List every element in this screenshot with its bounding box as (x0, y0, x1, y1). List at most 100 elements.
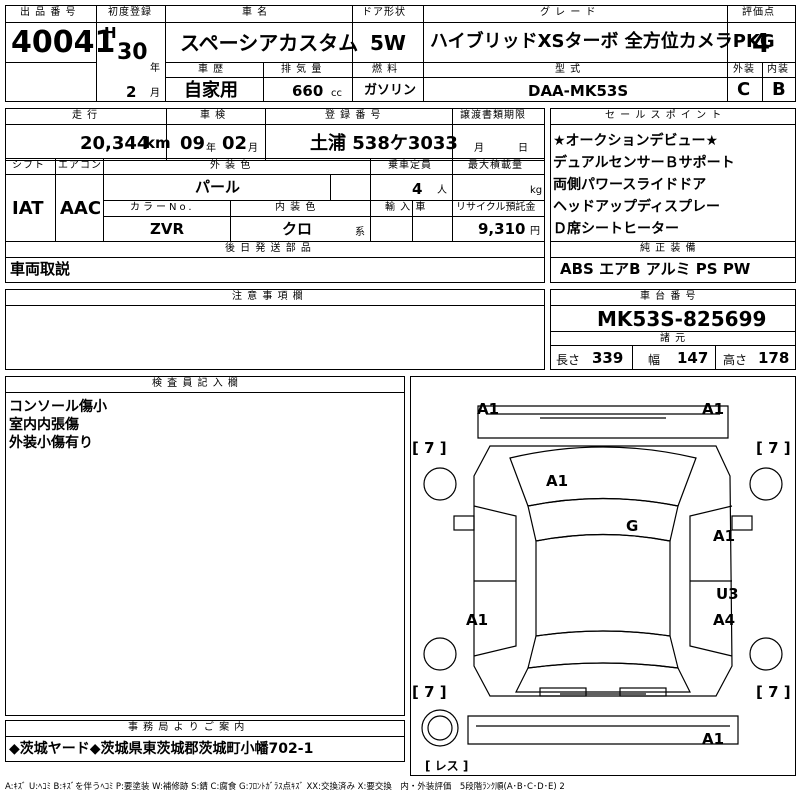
int-color-unit: 系 (355, 227, 365, 238)
mileage-label: 走 行 (72, 110, 99, 121)
reg-year-unit: 年 (150, 63, 160, 74)
inspection-label: 車 検 (200, 110, 227, 121)
length-label: 長さ (556, 353, 581, 367)
displacement-label: 排 気 量 (281, 64, 323, 75)
plate-label: 登 録 番 号 (325, 110, 382, 121)
sales-point: ヘッドアップディスプレー (553, 199, 721, 215)
reg-month: 2 (126, 83, 137, 101)
grade: ハイブリッドXSターボ 全方位カメラPKG (430, 31, 775, 52)
office-label: 事 務 局 よ り ご 案 内 (128, 722, 246, 733)
transfer-label: 譲渡書類期限 (460, 110, 526, 121)
equipment: ABS エアB アルミ PS PW (560, 260, 751, 278)
ext-label: 外装 (733, 64, 755, 75)
color-no-label: カラーNo. (130, 202, 195, 213)
lot-number: 40041 (11, 25, 116, 60)
model-label: 型 式 (555, 64, 582, 75)
history: 自家用 (184, 80, 238, 101)
ac: AAC (60, 198, 102, 219)
rear-bumper (467, 715, 739, 745)
car-name: スペーシアカスタム (180, 31, 359, 55)
color-no: ZVR (150, 220, 185, 238)
damage-mark: A1 (546, 472, 569, 490)
inspector-note: 外装小傷有り (9, 435, 93, 451)
insp-month-unit: 月 (248, 143, 258, 154)
sales-point: 両側パワースライドドア (553, 177, 707, 193)
later-parts-box (5, 257, 545, 283)
damage-mark: G (626, 517, 639, 535)
recycle-unit: 円 (530, 226, 540, 237)
later-parts-label: 後 日 発 送 部 品 (225, 243, 312, 254)
color-label: 外 装 色 (210, 160, 252, 171)
sales-label: セ ー ル ス ポ イ ン ト (605, 110, 723, 121)
inspector-notes: コンソール傷小 室内内張傷 外装小傷有り (9, 396, 107, 451)
ext-grade: C (737, 79, 751, 100)
sales-point: ★オークションデビュー★ (553, 133, 719, 149)
shift: IAT (12, 198, 44, 219)
chassis: MK53S-825699 (597, 307, 767, 331)
reg-year: 30 (117, 40, 148, 65)
fuel-label: 燃 料 (372, 64, 399, 75)
color: パール (195, 178, 241, 196)
legend: A:ｷｽﾞ U:ﾍｺﾐ B:ｷｽﾞを伴うﾍｺﾐ P:要塗装 W:補修跡 S:錆 … (5, 782, 565, 792)
int-grade: B (772, 79, 786, 100)
width-label: 幅 (648, 353, 661, 367)
score: 4 (752, 29, 771, 59)
damage-mark: A1 (702, 400, 725, 418)
lot-label: 出 品 番 号 (20, 7, 77, 18)
roof (535, 533, 671, 637)
transfer-month: 月 (474, 143, 484, 154)
tire-label-fl: [ 7 ] (412, 439, 447, 457)
damage-mark: A1 (702, 730, 725, 748)
displacement: 660 (292, 82, 324, 100)
recycle: 9,310 (478, 220, 526, 238)
car-name-label: 車 名 (242, 7, 269, 18)
era: H (104, 24, 117, 42)
shift-label: シフト (12, 160, 45, 171)
insp-month: 02 (222, 133, 248, 154)
dims-label: 諸 元 (660, 333, 687, 344)
insp-year-unit: 年 (206, 143, 216, 154)
sales-point: デュアルセンサーＢサポート (553, 155, 735, 171)
front-bumper (477, 405, 729, 439)
car-body (473, 445, 733, 697)
length: 339 (592, 349, 624, 367)
capacity: 4 (412, 180, 423, 198)
car-diagram (421, 405, 783, 747)
tire-label-fr: [ 7 ] (756, 439, 791, 457)
tire-label-rr: [ 7 ] (756, 683, 791, 701)
recycle-label: リサイクル預託金 (456, 202, 536, 213)
damage-mark: A1 (466, 611, 489, 629)
history-label: 車 歴 (198, 64, 225, 75)
capacity-label: 乗車定員 (388, 160, 432, 171)
inspector-note: 室内内張傷 (9, 417, 79, 433)
score-label: 評価点 (742, 7, 775, 18)
model: DAA-MK53S (528, 82, 629, 100)
inspector-note: コンソール傷小 (9, 399, 107, 415)
transfer-day: 日 (518, 143, 528, 154)
office-note: ◆茨城ヤード◆茨城県東茨城郡茨城町小幡702-1 (9, 741, 314, 757)
tire-label-rl: [ 7 ] (412, 683, 447, 701)
height: 178 (758, 349, 790, 367)
equip-label: 純 正 装 備 (640, 243, 697, 254)
damage-mark: A1 (477, 400, 500, 418)
mileage: 20,344 (80, 133, 150, 154)
reg-month-unit: 月 (150, 88, 160, 99)
sales-point: Ｄ席シートヒーター (553, 221, 679, 237)
fuel: ガソリン (364, 83, 417, 98)
ac-label: エアコン (58, 160, 102, 171)
height-label: 高さ (723, 353, 748, 367)
notes-label: 注 意 事 項 欄 (232, 291, 304, 302)
tire-rear-left (423, 637, 457, 671)
sales-points-list: ★オークションデビュー★ デュアルセンサーＢサポート 両側パワースライドドア ヘ… (553, 130, 735, 240)
int-label: 内装 (767, 64, 789, 75)
import-label: 輸 入 車 (385, 202, 427, 213)
width: 147 (677, 349, 709, 367)
first-reg-label: 初度登録 (108, 7, 152, 18)
tire-front-left (423, 467, 457, 501)
mileage-unit: km (145, 134, 171, 152)
load-label: 最大積載量 (468, 160, 523, 171)
load-unit: kg (530, 185, 543, 196)
tire-rear-right (749, 637, 783, 671)
chassis-label: 車 台 番 号 (640, 291, 697, 302)
displacement-unit: cc (331, 88, 342, 99)
